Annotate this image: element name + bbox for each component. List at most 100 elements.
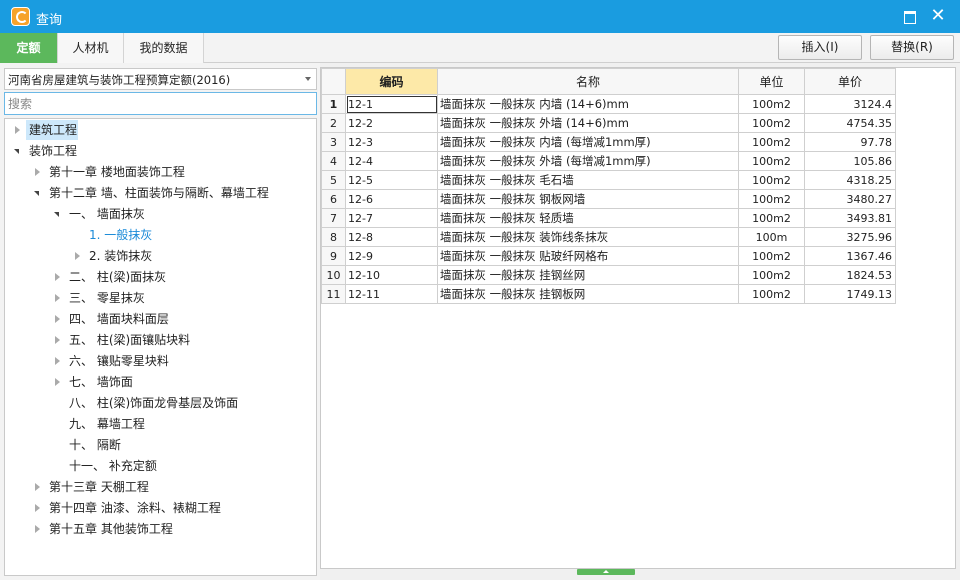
search-input[interactable] bbox=[4, 92, 317, 115]
cell-unit[interactable]: 100m2 bbox=[738, 113, 805, 133]
collapsed-arrow-icon[interactable] bbox=[33, 519, 43, 539]
tree-node[interactable]: 四、 墙面块料面层 bbox=[5, 309, 316, 329]
tree-node[interactable]: 第十四章 油漆、涂料、裱糊工程 bbox=[5, 498, 316, 518]
cell-code[interactable]: 12-3 bbox=[345, 132, 438, 152]
cell-price[interactable]: 4754.35 bbox=[804, 113, 896, 133]
collapsed-arrow-icon[interactable] bbox=[53, 267, 63, 287]
cell-code[interactable]: 12-10 bbox=[345, 265, 438, 285]
cell-code[interactable]: 12-2 bbox=[345, 113, 438, 133]
panel-splitter-handle[interactable] bbox=[577, 569, 635, 575]
table-row[interactable]: 9 12-9 墙面抹灰 一般抹灰 贴玻纤网格布 100m2 1367.46 bbox=[321, 246, 896, 266]
expanded-arrow-icon[interactable] bbox=[53, 204, 63, 224]
cell-unit[interactable]: 100m2 bbox=[738, 208, 805, 228]
cell-price[interactable]: 3275.96 bbox=[804, 227, 896, 247]
collapsed-arrow-icon[interactable] bbox=[33, 498, 43, 518]
header-name[interactable]: 名称 bbox=[437, 68, 739, 95]
maximize-icon[interactable] bbox=[898, 6, 920, 26]
collapsed-arrow-icon[interactable] bbox=[53, 372, 63, 392]
tree-node[interactable]: 装饰工程 bbox=[5, 141, 316, 161]
cell-name[interactable]: 墙面抹灰 一般抹灰 外墙 (14+6)mm bbox=[437, 113, 739, 133]
cell-price[interactable]: 3124.4 bbox=[804, 94, 896, 114]
cell-price[interactable]: 3493.81 bbox=[804, 208, 896, 228]
cell-unit[interactable]: 100m bbox=[738, 227, 805, 247]
collapsed-arrow-icon[interactable] bbox=[33, 477, 43, 497]
cell-unit[interactable]: 100m2 bbox=[738, 170, 805, 190]
cell-unit[interactable]: 100m2 bbox=[738, 265, 805, 285]
table-row[interactable]: 10 12-10 墙面抹灰 一般抹灰 挂钢丝网 100m2 1824.53 bbox=[321, 265, 896, 285]
collapsed-arrow-icon[interactable] bbox=[53, 351, 63, 371]
library-select[interactable]: 河南省房屋建筑与装饰工程预算定额(2016) bbox=[4, 68, 317, 90]
tree-node[interactable]: 十一、 补充定额 bbox=[5, 456, 316, 476]
table-row[interactable]: 1 12-1 墙面抹灰 一般抹灰 内墙 (14+6)mm 100m2 3124.4 bbox=[321, 94, 896, 114]
tree-node[interactable]: 二、 柱(梁)面抹灰 bbox=[5, 267, 316, 287]
cell-code[interactable]: 12-6 bbox=[345, 189, 438, 209]
tree-node[interactable]: 八、 柱(梁)饰面龙骨基层及饰面 bbox=[5, 393, 316, 413]
tree-node[interactable]: 建筑工程 bbox=[5, 120, 316, 140]
table-row[interactable]: 7 12-7 墙面抹灰 一般抹灰 轻质墙 100m2 3493.81 bbox=[321, 208, 896, 228]
cell-price[interactable]: 1749.13 bbox=[804, 284, 896, 304]
cell-code[interactable]: 12-5 bbox=[345, 170, 438, 190]
tree-node[interactable]: 十、 隔断 bbox=[5, 435, 316, 455]
collapsed-arrow-icon[interactable] bbox=[33, 162, 43, 182]
cell-code[interactable]: 12-1 bbox=[345, 94, 438, 114]
cell-name[interactable]: 墙面抹灰 一般抹灰 外墙 (每增减1mm厚) bbox=[437, 151, 739, 171]
cell-unit[interactable]: 100m2 bbox=[738, 189, 805, 209]
header-unit[interactable]: 单位 bbox=[738, 68, 805, 95]
cell-name[interactable]: 墙面抹灰 一般抹灰 内墙 (14+6)mm bbox=[437, 94, 739, 114]
tree-node[interactable]: 九、 幕墙工程 bbox=[5, 414, 316, 434]
cell-price[interactable]: 1367.46 bbox=[804, 246, 896, 266]
cell-code[interactable]: 12-9 bbox=[345, 246, 438, 266]
collapsed-arrow-icon[interactable] bbox=[53, 288, 63, 308]
table-row[interactable]: 4 12-4 墙面抹灰 一般抹灰 外墙 (每增减1mm厚) 100m2 105.86 bbox=[321, 151, 896, 171]
table-row[interactable]: 5 12-5 墙面抹灰 一般抹灰 毛石墙 100m2 4318.25 bbox=[321, 170, 896, 190]
expanded-arrow-icon[interactable] bbox=[13, 141, 23, 161]
cell-price[interactable]: 3480.27 bbox=[804, 189, 896, 209]
tree-node[interactable]: 七、 墙饰面 bbox=[5, 372, 316, 392]
tree-node[interactable]: 第十三章 天棚工程 bbox=[5, 477, 316, 497]
table-row[interactable]: 3 12-3 墙面抹灰 一般抹灰 内墙 (每增减1mm厚) 100m2 97.78 bbox=[321, 132, 896, 152]
collapsed-arrow-icon[interactable] bbox=[73, 246, 83, 266]
cell-name[interactable]: 墙面抹灰 一般抹灰 装饰线条抹灰 bbox=[437, 227, 739, 247]
cell-unit[interactable]: 100m2 bbox=[738, 246, 805, 266]
cell-price[interactable]: 97.78 bbox=[804, 132, 896, 152]
cell-price[interactable]: 105.86 bbox=[804, 151, 896, 171]
cell-name[interactable]: 墙面抹灰 一般抹灰 贴玻纤网格布 bbox=[437, 246, 739, 266]
tree-node[interactable]: 2. 装饰抹灰 bbox=[5, 246, 316, 266]
tree-node[interactable]: 第十五章 其他装饰工程 bbox=[5, 519, 316, 539]
table-row[interactable]: 11 12-11 墙面抹灰 一般抹灰 挂钢板网 100m2 1749.13 bbox=[321, 284, 896, 304]
expanded-arrow-icon[interactable] bbox=[33, 183, 43, 203]
tab-dinge[interactable]: 定额 bbox=[0, 33, 58, 63]
header-code[interactable]: 编码 bbox=[345, 68, 438, 95]
header-price[interactable]: 单价 bbox=[804, 68, 896, 95]
table-row[interactable]: 6 12-6 墙面抹灰 一般抹灰 钢板网墙 100m2 3480.27 bbox=[321, 189, 896, 209]
cell-code[interactable]: 12-11 bbox=[345, 284, 438, 304]
tree-node[interactable]: 第十二章 墙、柱面装饰与隔断、幕墙工程 bbox=[5, 183, 316, 203]
chevron-down-icon[interactable] bbox=[305, 77, 311, 81]
close-icon[interactable]: ✕ bbox=[927, 6, 949, 26]
tree-node[interactable]: 第十一章 楼地面装饰工程 bbox=[5, 162, 316, 182]
tab-my-data[interactable]: 我的数据 bbox=[124, 33, 204, 63]
cell-price[interactable]: 4318.25 bbox=[804, 170, 896, 190]
cell-code[interactable]: 12-7 bbox=[345, 208, 438, 228]
collapsed-arrow-icon[interactable] bbox=[53, 309, 63, 329]
replace-button[interactable]: 替换(R) bbox=[870, 35, 954, 60]
cell-unit[interactable]: 100m2 bbox=[738, 94, 805, 114]
cell-name[interactable]: 墙面抹灰 一般抹灰 内墙 (每增减1mm厚) bbox=[437, 132, 739, 152]
tree-node[interactable]: 五、 柱(梁)面镶贴块料 bbox=[5, 330, 316, 350]
collapsed-arrow-icon[interactable] bbox=[13, 120, 23, 140]
table-row[interactable]: 8 12-8 墙面抹灰 一般抹灰 装饰线条抹灰 100m 3275.96 bbox=[321, 227, 896, 247]
cell-name[interactable]: 墙面抹灰 一般抹灰 挂钢板网 bbox=[437, 284, 739, 304]
cell-unit[interactable]: 100m2 bbox=[738, 151, 805, 171]
tree-node[interactable]: 一、 墙面抹灰 bbox=[5, 204, 316, 224]
insert-button[interactable]: 插入(I) bbox=[778, 35, 862, 60]
cell-name[interactable]: 墙面抹灰 一般抹灰 轻质墙 bbox=[437, 208, 739, 228]
cell-code[interactable]: 12-4 bbox=[345, 151, 438, 171]
cell-unit[interactable]: 100m2 bbox=[738, 132, 805, 152]
cell-name[interactable]: 墙面抹灰 一般抹灰 毛石墙 bbox=[437, 170, 739, 190]
cell-unit[interactable]: 100m2 bbox=[738, 284, 805, 304]
cell-price[interactable]: 1824.53 bbox=[804, 265, 896, 285]
cell-name[interactable]: 墙面抹灰 一般抹灰 挂钢丝网 bbox=[437, 265, 739, 285]
table-row[interactable]: 2 12-2 墙面抹灰 一般抹灰 外墙 (14+6)mm 100m2 4754.35 bbox=[321, 113, 896, 133]
cell-code[interactable]: 12-8 bbox=[345, 227, 438, 247]
cell-name[interactable]: 墙面抹灰 一般抹灰 钢板网墙 bbox=[437, 189, 739, 209]
